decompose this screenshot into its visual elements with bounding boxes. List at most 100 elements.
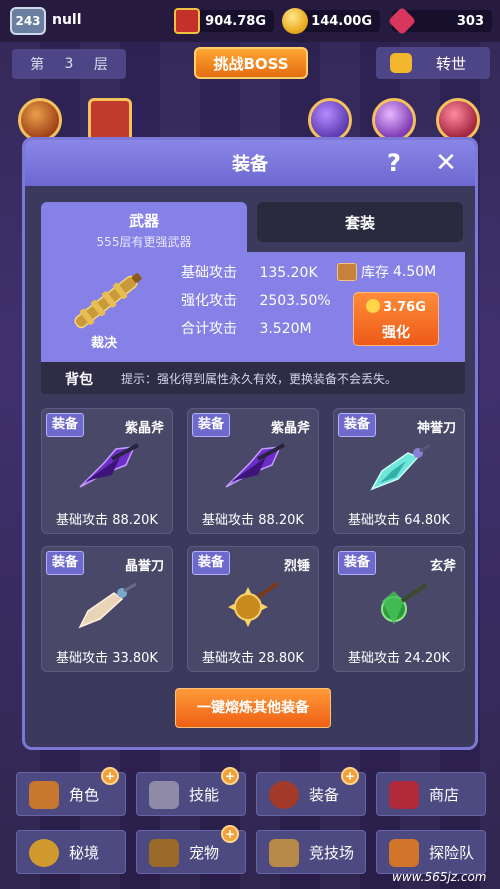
equip-button[interactable]: 装备 [192, 551, 230, 575]
stat-label: 强化攻击 [181, 293, 237, 309]
nav-label: 探险队 [429, 843, 475, 862]
equip-button[interactable]: 装备 [46, 551, 84, 575]
tab-weapon-label: 武器 [128, 212, 159, 230]
floor-number: 3 [64, 56, 74, 72]
gem-icon [387, 6, 417, 36]
floor-indicator: 第 3 层 [12, 49, 126, 79]
watermark: www.565jz.com [392, 870, 487, 884]
nav-label: 竞技场 [309, 843, 355, 862]
magic-orb-icon[interactable] [372, 98, 416, 142]
character-portrait-icon[interactable] [18, 98, 62, 142]
item-attack-label: 基础攻击 [348, 651, 401, 666]
nav-expedition[interactable]: 探险队 [376, 830, 486, 874]
gold-value: 144.00G [311, 13, 372, 29]
nav-label: 装备 [309, 785, 340, 804]
item-attack: 基础攻击 88.20K [188, 509, 318, 528]
stat-enhanced-attack: 强化攻击 2503.50% [181, 290, 331, 310]
treasure-icon[interactable] [436, 98, 480, 142]
bag-item-card[interactable]: 装备 神誉刀 基础攻击 64.80K [333, 408, 465, 534]
stock-box-icon [337, 263, 357, 281]
purple-axe-icon [79, 443, 139, 488]
cash-counter[interactable]: 904.78G [174, 8, 274, 34]
arena-swords-icon [269, 839, 299, 867]
nav-skills[interactable]: 技能 + [136, 767, 246, 816]
nav-label: 角色 [69, 785, 100, 804]
challenge-boss-button[interactable]: 挑战BOSS [194, 47, 308, 79]
upgrade-button[interactable]: 3.76G 强化 [353, 292, 439, 346]
item-attack-value: 28.80K [258, 651, 304, 666]
item-name: 玄斧 [429, 559, 456, 574]
item-name: 烈锤 [283, 559, 310, 574]
tab-weapon[interactable]: 武器 555层有更强武器 [41, 202, 247, 254]
expedition-icon [389, 839, 419, 867]
stat-total-attack: 合计攻击 3.520M [181, 318, 312, 338]
nav-equipment[interactable]: 装备 + [256, 767, 366, 816]
bag-hint: 提示：强化得到属性永久有效，更换装备不会丢失。 [121, 372, 398, 386]
bag-item-card[interactable]: 装备 玄斧 基础攻击 24.20K [333, 546, 465, 672]
item-name: 神誉刀 [416, 421, 456, 436]
bone-blade-icon [78, 582, 137, 629]
nav-label: 技能 [189, 785, 220, 804]
nav-character[interactable]: 角色 + [16, 767, 126, 816]
rebirth-button[interactable]: 转世 [376, 47, 490, 79]
item-attack-label: 基础攻击 [56, 651, 109, 666]
equipment-modal: 装备 ? ✕ 武器 555层有更强武器 套装 裁决 基础攻击 135.20K 强… [22, 137, 478, 750]
item-attack: 基础攻击 28.80K [188, 647, 318, 666]
nav-shop[interactable]: 商店 [376, 772, 486, 816]
stock-label: 库存 [361, 265, 389, 281]
bag-item-card[interactable]: 装备 晶誉刀 基础攻击 33.80K [41, 546, 173, 672]
shop-chest-icon [389, 781, 419, 809]
stock-value: 4.50M [393, 264, 437, 280]
close-button[interactable]: ✕ [429, 148, 463, 178]
stat-label: 基础攻击 [181, 265, 237, 281]
bag-header: 背包 提示：强化得到属性永久有效，更换装备不会丢失。 [41, 362, 465, 394]
upgrade-cost-value: 3.76G [383, 300, 426, 315]
character-icon [29, 781, 59, 809]
golden-sword-icon [74, 273, 142, 329]
help-button[interactable]: ? [379, 148, 409, 178]
equip-button[interactable]: 装备 [192, 413, 230, 437]
nav-label: 秘境 [69, 843, 100, 862]
plus-badge-icon: + [221, 825, 239, 843]
equip-button[interactable]: 装备 [46, 413, 84, 437]
tab-equipment-set[interactable]: 套装 [257, 202, 463, 242]
item-attack-value: 33.80K [112, 651, 158, 666]
item-attack: 基础攻击 64.80K [334, 509, 464, 528]
top-bar: 243 null 904.78G 144.00G 303 [0, 0, 500, 42]
bag-item-card[interactable]: 装备 紫晶斧 基础攻击 88.20K [41, 408, 173, 534]
equip-button[interactable]: 装备 [338, 551, 376, 575]
player-level-badge: 243 [10, 7, 46, 35]
gift-box-icon[interactable] [88, 98, 132, 142]
gem-counter[interactable]: 303 [387, 6, 492, 36]
nav-secret-realm[interactable]: 秘境 [16, 830, 126, 874]
gold-coin-icon [366, 299, 381, 313]
item-attack: 基础攻击 24.20K [334, 647, 464, 666]
smelt-all-button[interactable]: 一键熔炼其他装备 [175, 688, 331, 728]
upgrade-label: 强化 [382, 325, 410, 341]
bag-item-card[interactable]: 装备 紫晶斧 基础攻击 88.20K [187, 408, 319, 534]
weapon-panel: 裁决 基础攻击 135.20K 强化攻击 2503.50% 合计攻击 3.520… [41, 252, 465, 362]
purple-axe-icon [225, 443, 285, 488]
item-attack-label: 基础攻击 [202, 513, 255, 528]
pet-icon [149, 839, 179, 867]
equipment-shield-icon [269, 781, 299, 809]
nav-label: 宠物 [189, 843, 220, 862]
nav-pet[interactable]: 宠物 + [136, 825, 246, 874]
cash-icon [174, 8, 200, 34]
bag-item-card[interactable]: 装备 烈锤 基础攻击 28.80K [187, 546, 319, 672]
gold-coin-icon [282, 8, 308, 34]
plus-badge-icon: + [221, 767, 239, 785]
item-attack: 基础攻击 88.20K [42, 509, 172, 528]
item-attack-value: 88.20K [258, 513, 304, 528]
plus-badge-icon: + [101, 767, 119, 785]
item-name: 晶誉刀 [124, 559, 164, 574]
secret-realm-icon [29, 839, 59, 867]
equip-button[interactable]: 装备 [338, 413, 376, 437]
gold-counter[interactable]: 144.00G [282, 8, 380, 34]
weapon-name: 裁决 [91, 336, 118, 351]
nav-arena[interactable]: 竞技场 [256, 830, 366, 874]
green-axe-icon [381, 583, 428, 625]
event-icon[interactable] [308, 98, 352, 142]
stat-value: 135.20K [259, 265, 318, 281]
rebirth-label: 转世 [435, 54, 466, 73]
